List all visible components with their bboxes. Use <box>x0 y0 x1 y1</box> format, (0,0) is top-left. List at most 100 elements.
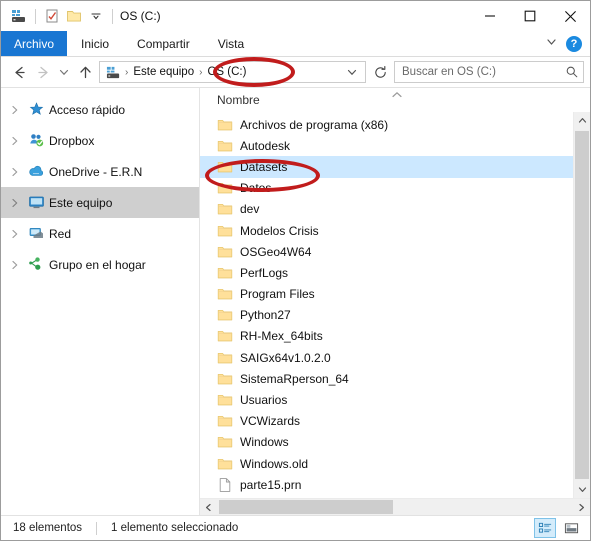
large-icons-view-button[interactable] <box>560 518 582 538</box>
file-name-label: Python27 <box>240 308 291 323</box>
file-list-row[interactable]: Program Files <box>200 284 573 305</box>
sidebar-item-grupo-en-el-hogar[interactable]: Grupo en el hogar <box>1 249 199 280</box>
new-folder-icon[interactable] <box>63 5 85 27</box>
chevron-right-icon[interactable] <box>7 164 23 180</box>
file-list-row[interactable]: Archivos de programa (x86) <box>200 114 573 135</box>
folder-icon <box>217 328 233 344</box>
vertical-scroll-track[interactable] <box>574 129 590 481</box>
search-input[interactable] <box>402 66 565 78</box>
breadcrumb-root-computer-icon[interactable] <box>104 65 123 80</box>
file-list-row[interactable]: Windows <box>200 432 573 453</box>
sidebar-item-red[interactable]: Red <box>1 218 199 249</box>
breadcrumb-item-este-equipo[interactable]: Este equipo <box>130 66 197 78</box>
file-list-row[interactable]: PerfLogs <box>200 262 573 283</box>
details-view-button[interactable] <box>534 518 556 538</box>
forward-button[interactable] <box>31 60 55 84</box>
maximize-button[interactable] <box>510 1 550 31</box>
network-icon <box>27 225 45 243</box>
file-list-row[interactable]: Windows.old <box>200 453 573 474</box>
back-button[interactable] <box>7 60 31 84</box>
ribbon-right-controls: ? <box>545 31 586 57</box>
qat-divider-2 <box>112 8 113 24</box>
refresh-button[interactable] <box>370 61 390 83</box>
sidebar-item-este-equipo[interactable]: Este equipo <box>1 187 199 218</box>
vertical-scrollbar[interactable] <box>573 112 590 498</box>
file-name-label: SistemaRperson_64 <box>240 371 349 386</box>
chevron-right-icon[interactable] <box>7 133 23 149</box>
breadcrumb-item-os-c[interactable]: OS (C:) <box>204 66 249 78</box>
sidebar-label: Acceso rápido <box>49 102 126 117</box>
file-list-row[interactable]: VCWizards <box>200 411 573 432</box>
vertical-scroll-thumb[interactable] <box>575 131 589 479</box>
qat-chevron-down-icon[interactable] <box>85 5 107 27</box>
sidebar-label: OneDrive - E.R.N <box>49 164 143 179</box>
horizontal-scroll-track[interactable] <box>217 499 573 515</box>
up-button[interactable] <box>73 60 97 84</box>
scroll-right-arrow-icon[interactable] <box>573 499 590 515</box>
help-button[interactable]: ? <box>566 36 582 52</box>
window-title: OS (C:) <box>120 9 161 23</box>
folder-icon <box>217 434 233 450</box>
sidebar-item-dropbox[interactable]: Dropbox <box>1 125 199 156</box>
horizontal-scroll-thumb[interactable] <box>219 500 393 514</box>
computer-icon[interactable] <box>8 5 30 27</box>
address-chevron-down-icon[interactable] <box>341 66 363 78</box>
file-list-row[interactable]: Datasets <box>200 156 573 178</box>
folder-icon <box>217 413 233 429</box>
file-list-row[interactable]: dev <box>200 199 573 220</box>
folder-icon <box>217 456 233 472</box>
file-list-row[interactable]: Modelos Crisis <box>200 220 573 241</box>
folder-icon <box>217 159 233 175</box>
minimize-button[interactable] <box>470 1 510 31</box>
file-list-row[interactable]: Usuarios <box>200 389 573 410</box>
breadcrumb-separator-2[interactable]: › <box>197 67 204 78</box>
file-name-label: Usuarios <box>240 393 288 408</box>
folder-icon <box>217 223 233 239</box>
folder-icon <box>217 244 233 260</box>
folder-icon <box>217 138 233 154</box>
file-name-label: Windows.old <box>240 456 309 471</box>
onedrive-cloud-icon <box>27 163 45 181</box>
homegroup-icon <box>27 256 45 274</box>
scroll-up-arrow-icon[interactable] <box>574 112 590 129</box>
recent-locations-chevron-down-icon[interactable] <box>55 60 73 84</box>
file-list-row[interactable]: Python27 <box>200 305 573 326</box>
tab-archivo[interactable]: Archivo <box>1 31 68 56</box>
tab-vista[interactable]: Vista <box>204 31 258 56</box>
file-list[interactable]: Archivos de programa (x86) Autodesk Datase… <box>200 112 573 498</box>
file-list-row[interactable]: SistemaRperson_64 <box>200 368 573 389</box>
sidebar-label: Este equipo <box>49 195 113 210</box>
file-list-scroll-area: Archivos de programa (x86) Autodesk Datase… <box>200 112 590 498</box>
chevron-right-icon[interactable] <box>7 102 23 118</box>
folder-icon <box>217 307 233 323</box>
tab-inicio[interactable]: Inicio <box>67 31 123 56</box>
breadcrumb[interactable]: › Este equipo › OS (C:) <box>99 61 366 83</box>
file-icon <box>217 477 233 493</box>
column-header-nombre[interactable]: Nombre <box>217 93 260 107</box>
scroll-left-arrow-icon[interactable] <box>200 499 217 515</box>
close-button[interactable] <box>550 1 590 31</box>
search-box[interactable] <box>394 61 584 83</box>
sidebar-item-acceso-rapido[interactable]: Acceso rápido <box>1 94 199 125</box>
file-name-label: RH-Mex_64bits <box>240 329 323 344</box>
folder-icon <box>217 371 233 387</box>
horizontal-scrollbar[interactable] <box>200 498 590 515</box>
chevron-right-icon[interactable] <box>7 226 23 242</box>
ribbon-expand-chevron-down-icon[interactable] <box>545 35 558 53</box>
file-list-row[interactable]: OSGeo4W64 <box>200 241 573 262</box>
search-icon[interactable] <box>565 65 579 79</box>
column-header-row: Nombre <box>200 88 590 112</box>
file-list-row[interactable]: RH-Mex_64bits <box>200 326 573 347</box>
chevron-right-icon[interactable] <box>7 195 23 211</box>
breadcrumb-separator-1[interactable]: › <box>123 67 130 78</box>
properties-icon[interactable] <box>41 5 63 27</box>
view-mode-buttons <box>534 518 582 538</box>
sidebar-item-onedrive[interactable]: OneDrive - E.R.N <box>1 156 199 187</box>
file-list-row[interactable]: parte15.prn <box>200 474 573 495</box>
file-list-row[interactable]: Datos <box>200 178 573 199</box>
scroll-down-arrow-icon[interactable] <box>574 481 590 498</box>
chevron-right-icon[interactable] <box>7 257 23 273</box>
file-list-row[interactable]: Autodesk <box>200 135 573 156</box>
tab-compartir[interactable]: Compartir <box>123 31 204 56</box>
file-list-row[interactable]: SAIGx64v1.0.2.0 <box>200 347 573 368</box>
